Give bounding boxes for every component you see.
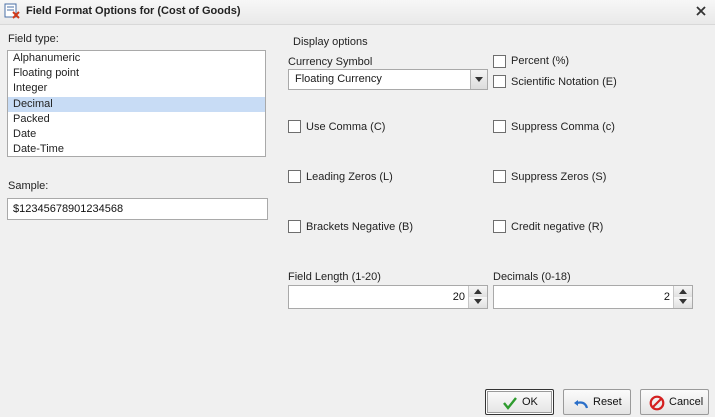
field-length-stepper[interactable]: 20: [288, 285, 488, 309]
display-options-heading: Display options: [293, 36, 368, 48]
list-item[interactable]: Date-Time: [8, 142, 265, 157]
spin-down-icon[interactable]: [674, 297, 692, 308]
list-item[interactable]: Floating point: [8, 66, 265, 81]
cancel-button[interactable]: Cancel: [640, 389, 709, 415]
suppress-zeros-checkbox[interactable]: [493, 170, 506, 183]
list-item[interactable]: Date: [8, 127, 265, 142]
spin-down-icon[interactable]: [469, 297, 487, 308]
ok-button[interactable]: OK: [485, 389, 554, 415]
list-item[interactable]: Alphanumeric: [8, 51, 265, 66]
checkmark-icon: [503, 397, 517, 410]
leading-zeros-label: Leading Zeros (L): [306, 171, 393, 183]
format-options-icon: [4, 3, 20, 19]
brackets-negative-label: Brackets Negative (B): [306, 221, 413, 233]
list-item[interactable]: Integer: [8, 81, 265, 96]
credit-negative-checkbox[interactable]: [493, 220, 506, 233]
credit-negative-label: Credit negative (R): [511, 221, 604, 233]
decimals-value: 2: [663, 291, 670, 303]
scientific-notation-label: Scientific Notation (E): [511, 76, 617, 88]
percent-label: Percent (%): [511, 55, 570, 67]
field-length-label: Field Length (1-20): [288, 271, 381, 283]
title-bar: Field Format Options for (Cost of Goods): [0, 0, 715, 25]
list-item-selected[interactable]: Decimal: [8, 96, 265, 112]
decimals-stepper[interactable]: 2: [493, 285, 693, 309]
sample-field[interactable]: $12345678901234568: [7, 198, 268, 220]
field-type-label: Field type:: [8, 33, 59, 45]
suppress-comma-checkbox[interactable]: [493, 120, 506, 133]
leading-zeros-checkbox[interactable]: [288, 170, 301, 183]
suppress-comma-label: Suppress Comma (c): [511, 121, 615, 133]
use-comma-label: Use Comma (C): [306, 121, 386, 133]
use-comma-checkbox[interactable]: [288, 120, 301, 133]
percent-checkbox[interactable]: [493, 55, 506, 68]
reset-button[interactable]: Reset: [563, 389, 631, 415]
scientific-notation-checkbox[interactable]: [493, 75, 506, 88]
currency-symbol-label: Currency Symbol: [288, 56, 373, 68]
cancel-icon: [649, 395, 665, 411]
brackets-negative-checkbox[interactable]: [288, 220, 301, 233]
reset-button-label: Reset: [593, 396, 622, 408]
currency-symbol-select[interactable]: Floating Currency: [288, 69, 488, 90]
decimals-label: Decimals (0-18): [493, 271, 571, 283]
window-title: Field Format Options for (Cost of Goods): [26, 5, 241, 17]
currency-symbol-value: Floating Currency: [295, 73, 382, 85]
field-length-value: 20: [452, 291, 465, 303]
chevron-down-icon[interactable]: [470, 70, 487, 89]
cancel-button-label: Cancel: [669, 396, 704, 408]
ok-button-label: OK: [522, 396, 538, 408]
close-icon[interactable]: [693, 3, 709, 19]
undo-arrow-icon: [574, 400, 589, 409]
decimals-spin-buttons: [673, 286, 692, 308]
suppress-zeros-label: Suppress Zeros (S): [511, 171, 607, 183]
field-length-spin-buttons: [468, 286, 487, 308]
field-type-list[interactable]: Alphanumeric Floating point Integer Deci…: [7, 50, 266, 157]
list-item[interactable]: Packed: [8, 112, 265, 127]
sample-label: Sample:: [8, 180, 49, 192]
